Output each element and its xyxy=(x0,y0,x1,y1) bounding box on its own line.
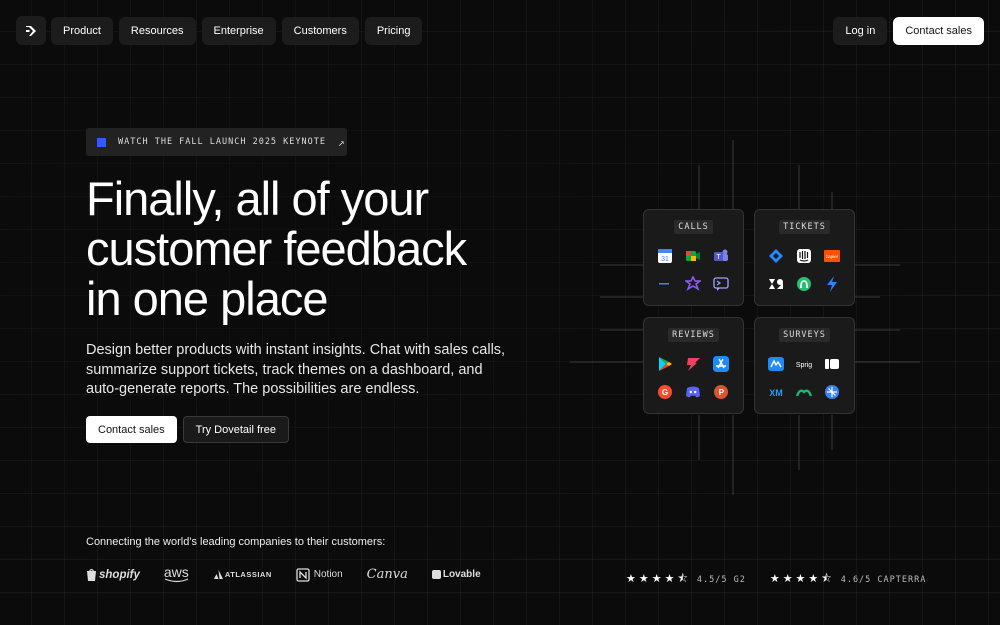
shopify-bag-icon xyxy=(87,568,96,581)
card-icons: Sprig XM xyxy=(768,356,843,400)
card-tickets: TICKETS zapier xyxy=(754,209,855,306)
ratings: ★★★★⯪ 4.5/5 G2 ★★★★⯪ 4.6/5 CAPTERRA xyxy=(626,570,950,589)
microsoft-teams-icon: T xyxy=(714,249,728,261)
accent-square-icon xyxy=(97,137,106,147)
lovable-heart-icon xyxy=(431,570,441,579)
nav-enterprise[interactable]: Enterprise xyxy=(201,16,276,45)
bolt-icon xyxy=(827,276,837,292)
zendesk-icon xyxy=(769,279,783,289)
arrow-up-right-icon: ↗ xyxy=(338,135,346,149)
svg-text:T: T xyxy=(716,254,721,261)
card-reviews: REVIEWS G P xyxy=(643,317,744,414)
sprig-icon: Sprig xyxy=(796,362,812,369)
card-icons: zapier xyxy=(768,248,843,292)
try-free-button[interactable]: Try Dovetail free xyxy=(182,416,289,443)
rating-capterra: ★★★★⯪ 4.6/5 CAPTERRA xyxy=(770,570,927,589)
atlassian-logo-text: ATLASSIAN xyxy=(224,570,272,579)
star-rating-icons: ★★★★⯪ xyxy=(769,573,835,585)
atlassian-mark-icon xyxy=(213,570,223,579)
hero-subtitle: Design better products with instant insi… xyxy=(86,342,506,397)
svg-text:Sprig: Sprig xyxy=(796,362,812,369)
chat-icon xyxy=(713,277,729,291)
rating-capterra-text: 4.6/5 CAPTERRA xyxy=(840,574,927,585)
aws-logo-text: aws xyxy=(163,564,189,580)
card-icons: G P xyxy=(657,356,732,400)
notion-mark-icon xyxy=(296,567,310,582)
nav-customers[interactable]: Customers xyxy=(281,16,359,45)
freshdesk-icon xyxy=(797,277,811,291)
jira-icon xyxy=(769,249,783,263)
star-rating-icons: ★★★★⯪ xyxy=(626,573,691,585)
google-calendar-icon: 31 xyxy=(658,249,672,263)
gong-icon xyxy=(685,276,701,291)
shopify-logo: shopify xyxy=(86,568,140,581)
contact-sales-button[interactable]: Contact sales xyxy=(86,416,177,443)
zoom-icon xyxy=(659,283,669,285)
card-title: CALLS xyxy=(674,220,713,234)
card-surveys: SURVEYS Sprig XM xyxy=(754,317,855,414)
canva-logo-text: Canva xyxy=(366,567,408,582)
asana-icon xyxy=(687,358,700,371)
canva-logo: Canva xyxy=(367,567,408,582)
headline-line-2: customer feedback xyxy=(86,222,467,275)
keynote-label: WATCH THE FALL LAUNCH 2025 KEYNOTE xyxy=(118,137,326,147)
page-title: Finally, all of your customer feedback i… xyxy=(86,174,526,324)
dovetail-logo-icon xyxy=(26,25,36,36)
svg-text:zapier: zapier xyxy=(826,254,839,259)
app-store-icon xyxy=(713,356,729,372)
aws-smile-icon xyxy=(164,578,189,583)
aws-logo: aws xyxy=(163,564,190,583)
connect-caption: Connecting the world's leading companies… xyxy=(86,536,386,548)
dovetail-logo[interactable] xyxy=(16,16,46,45)
nav-right: Log in Contact sales xyxy=(833,16,984,45)
shopify-logo-text: shopify xyxy=(99,568,140,581)
producthunt-icon: P xyxy=(714,385,728,399)
rating-g2-text: 4.5/5 G2 xyxy=(696,574,746,585)
google-meet-icon xyxy=(686,251,700,261)
lovable-logo: Lovable xyxy=(431,569,481,580)
surveymonkey-icon xyxy=(768,357,784,371)
svg-text:G: G xyxy=(662,388,668,397)
svg-text:XM: XM xyxy=(769,388,783,398)
glide-icon xyxy=(825,385,839,399)
medallia-icon xyxy=(796,389,812,397)
top-nav: Product Resources Enterprise Customers P… xyxy=(16,16,984,45)
customer-logos: shopify aws ATLASSIAN Notion Canva Lovab… xyxy=(86,564,505,583)
card-title: SURVEYS xyxy=(779,328,830,342)
card-calls: CALLS 31 T xyxy=(643,209,744,306)
svg-text:P: P xyxy=(719,388,725,397)
intercom-icon xyxy=(797,249,811,263)
g2-icon: G xyxy=(658,385,672,399)
headline-line-1: Finally, all of your xyxy=(86,172,429,225)
qualtrics-icon: XM xyxy=(769,388,783,398)
typeform-icon xyxy=(825,359,839,369)
headline-line-3: in one place xyxy=(86,272,328,325)
notion-logo-text: Notion xyxy=(313,569,343,580)
nav-product[interactable]: Product xyxy=(51,16,113,45)
card-title: REVIEWS xyxy=(668,328,719,342)
atlassian-logo: ATLASSIAN xyxy=(213,570,272,579)
lovable-logo-text: Lovable xyxy=(442,569,481,580)
notion-logo: Notion xyxy=(296,567,343,582)
login-button[interactable]: Log in xyxy=(833,16,888,45)
contact-sales-nav-button[interactable]: Contact sales xyxy=(893,16,984,45)
cta-row: Contact sales Try Dovetail free xyxy=(86,416,289,443)
nav-resources[interactable]: Resources xyxy=(118,16,196,45)
nav-pricing[interactable]: Pricing xyxy=(364,16,423,45)
svg-text:31: 31 xyxy=(661,256,669,263)
card-title: TICKETS xyxy=(779,220,830,234)
card-icons: 31 T xyxy=(657,248,732,292)
discord-icon xyxy=(686,386,700,398)
keynote-banner[interactable]: WATCH THE FALL LAUNCH 2025 KEYNOTE ↗ xyxy=(86,128,347,156)
google-play-icon xyxy=(659,357,672,371)
zapier-icon: zapier xyxy=(824,250,840,262)
rating-g2: ★★★★⯪ 4.5/5 G2 xyxy=(626,570,746,589)
